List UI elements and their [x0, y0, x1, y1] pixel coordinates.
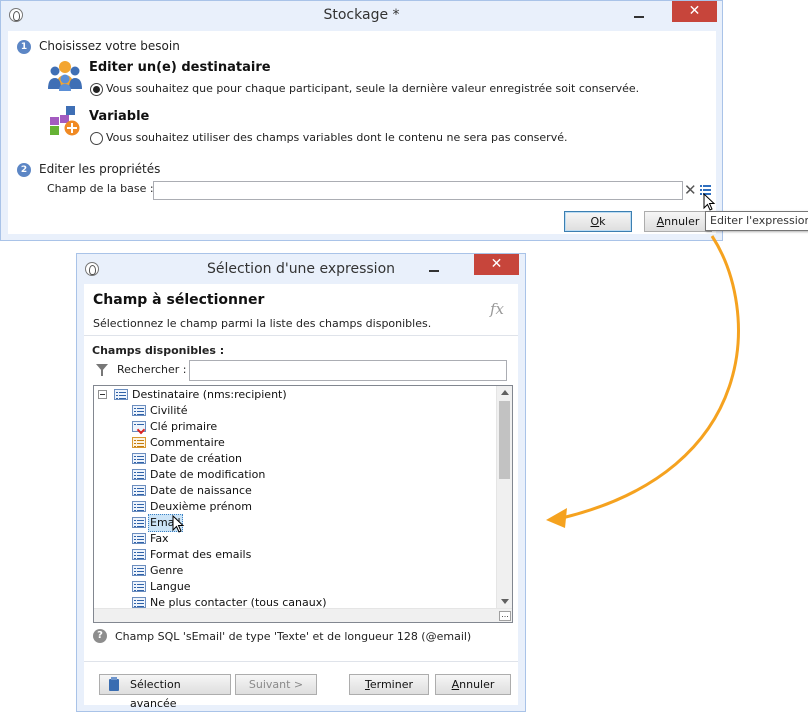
scroll-down-icon[interactable] [501, 599, 509, 604]
cancel-button[interactable]: Annuler [435, 674, 511, 695]
tree-bottom-strip: ... [94, 608, 512, 622]
field-icon [132, 597, 146, 608]
memo-field-icon [132, 437, 146, 448]
mouse-cursor-icon [703, 193, 716, 211]
tree-item-label: Fax [150, 532, 169, 545]
tree-item-label: Genre [150, 564, 184, 577]
field-icon [132, 469, 146, 480]
selection-titlebar[interactable]: Sélection d'une expression ✕ [77, 254, 525, 284]
field-icon [132, 501, 146, 512]
scroll-thumb[interactable] [499, 401, 510, 479]
advanced-selection-button[interactable]: Sélection avancée [99, 674, 231, 710]
db-field-input[interactable] [153, 181, 683, 200]
tree-item-label: Clé primaire [150, 420, 218, 433]
db-field-label: Champ de la base : [47, 182, 154, 195]
table-icon [114, 389, 128, 400]
stockage-window: Stockage * ✕ 1 Choisissez votre besoin E… [0, 0, 723, 241]
step-1-badge: 1 [17, 40, 31, 54]
minimize-button[interactable] [625, 5, 653, 25]
filter-icon [96, 364, 108, 376]
dialog-header: Champ à sélectionner Sélectionnez le cha… [84, 284, 518, 336]
fields-tree[interactable]: Destinataire (nms:recipient) Civilité Cl… [93, 385, 513, 623]
more-options-icon[interactable]: ... [499, 611, 511, 621]
field-icon [132, 533, 146, 544]
footer-divider [84, 661, 518, 662]
stockage-titlebar[interactable]: Stockage * ✕ [1, 1, 722, 31]
variable-icon [50, 106, 80, 136]
close-button[interactable]: ✕ [672, 1, 717, 22]
search-input[interactable] [189, 360, 507, 381]
field-icon [132, 453, 146, 464]
ok-button[interactable]: Ok [564, 211, 632, 232]
minimize-button[interactable] [420, 259, 448, 279]
option-recipient-radio[interactable] [90, 83, 103, 96]
mouse-cursor-icon [172, 515, 185, 533]
field-icon [132, 517, 146, 528]
field-icon [132, 485, 146, 496]
clipboard-icon [109, 677, 119, 691]
available-fields-label: Champs disponibles : [92, 344, 225, 357]
tree-item-label: Format des emails [150, 548, 252, 561]
window-title: Stockage * [323, 7, 400, 23]
step-1-label: Choisissez votre besoin [39, 39, 180, 53]
field-icon [132, 565, 146, 576]
tree-item-label: Date de naissance [150, 484, 252, 497]
field-icon [132, 405, 146, 416]
tree-item-label: Deuxième prénom [150, 500, 252, 513]
search-label: Rechercher : [117, 363, 187, 376]
tree-vertical-scrollbar[interactable] [496, 386, 512, 608]
next-button[interactable]: Suivant > [235, 674, 317, 695]
option-variable-radio[interactable] [90, 132, 103, 145]
primary-key-icon [132, 421, 146, 435]
clear-icon[interactable]: ✕ [684, 183, 697, 198]
finish-button[interactable]: Terminer [349, 674, 429, 695]
advanced-selection-label: Sélection avancée [130, 678, 181, 710]
step-2-badge: 2 [17, 163, 31, 177]
selection-window: Sélection d'une expression ✕ Champ à sél… [76, 253, 526, 712]
selection-content: Champ à sélectionner Sélectionnez le cha… [84, 284, 518, 710]
option-recipient-title: Editer un(e) destinataire [89, 60, 271, 75]
window-title: Sélection d'une expression [206, 261, 396, 277]
scroll-up-icon[interactable] [501, 390, 509, 395]
step-2-label: Editer les propriétés [39, 162, 161, 176]
help-icon: ? [93, 629, 107, 643]
tree-item-label: Commentaire [150, 436, 225, 449]
edit-expression-tooltip: Editer l'expression [705, 211, 808, 231]
tree-item-label: Date de création [150, 452, 242, 465]
field-icon [132, 581, 146, 592]
cancel-button[interactable]: Annuler [644, 211, 712, 232]
fx-icon: fx [489, 300, 504, 318]
field-icon [132, 549, 146, 560]
tree-item-label: Langue [150, 580, 191, 593]
tree-item-label: Date de modification [150, 468, 266, 481]
tree-root-label: Destinataire (nms:recipient) [132, 388, 287, 401]
option-variable-desc[interactable]: Vous souhaitez utiliser des champs varia… [106, 131, 567, 144]
option-recipient-desc[interactable]: Vous souhaitez que pour chaque participa… [106, 82, 639, 95]
dialog-title: Champ à sélectionner [93, 292, 265, 308]
recipients-group-icon [48, 61, 82, 91]
stockage-content: 1 Choisissez votre besoin Editer un(e) d… [8, 31, 716, 234]
collapse-icon[interactable] [98, 390, 107, 399]
close-button[interactable]: ✕ [474, 254, 519, 275]
dialog-subtitle: Sélectionnez le champ parmi la liste des… [93, 317, 432, 330]
option-variable-title: Variable [89, 109, 150, 124]
field-info-text: Champ SQL 'sEmail' de type 'Texte' et de… [115, 630, 472, 643]
tree-item-label: Civilité [150, 404, 188, 417]
